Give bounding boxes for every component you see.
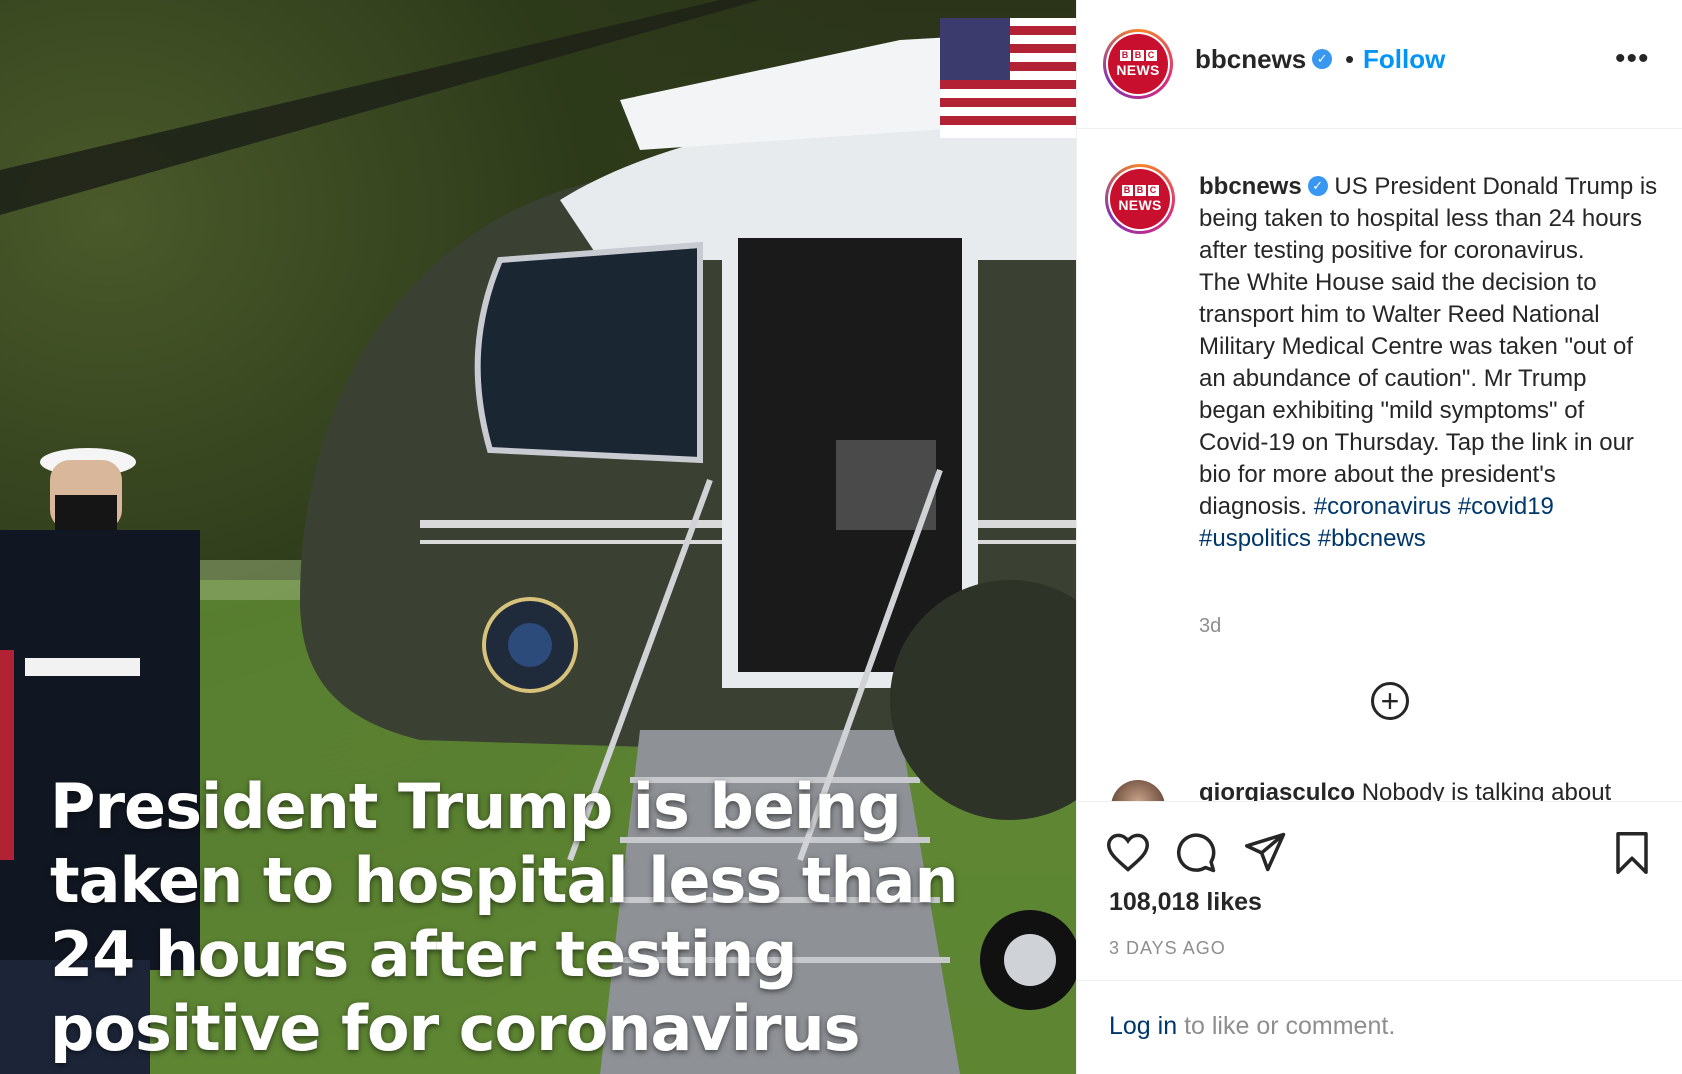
follow-button[interactable]: Follow	[1363, 44, 1445, 75]
username-link[interactable]: bbcnews	[1195, 44, 1306, 74]
logo-letter: C	[1145, 50, 1157, 61]
bookmark-icon[interactable]	[1613, 832, 1651, 874]
login-prompt: Log in to like or comment.	[1109, 1012, 1395, 1041]
caption-timestamp[interactable]: 3d	[1199, 615, 1221, 638]
comment-text: Nobody is talking about	[1361, 779, 1612, 801]
comments-area[interactable]: B B C NEWS bbcnews ✓ US President Donald …	[1077, 129, 1682, 801]
flag-graphic	[940, 18, 1076, 138]
logo-letter: B	[1132, 50, 1144, 61]
action-bar: 108,018 likes 3 DAYS AGO	[1077, 801, 1682, 981]
likes-count[interactable]: 108,018 likes	[1109, 888, 1262, 917]
comment-item: giorgiasculco Nobody is talking about	[1199, 779, 1611, 801]
header-username[interactable]: bbcnews ✓	[1195, 44, 1333, 75]
logo-news: NEWS	[1116, 62, 1160, 78]
logo-letter: C	[1147, 185, 1159, 196]
bbc-news-logo: B B C NEWS	[1110, 169, 1170, 229]
hashtag-link[interactable]: #coronavirus	[1314, 493, 1451, 520]
commenter-avatar[interactable]	[1111, 780, 1165, 801]
heart-icon[interactable]	[1107, 832, 1149, 872]
bbc-news-logo: B B C NEWS	[1108, 34, 1168, 94]
caption-body-2: The White House said the decision to tra…	[1199, 269, 1634, 520]
load-more-comments-icon[interactable]: +	[1371, 682, 1409, 720]
logo-news: NEWS	[1118, 197, 1162, 213]
more-options-icon[interactable]: •••	[1615, 44, 1650, 74]
login-link[interactable]: Log in	[1109, 1012, 1177, 1040]
avatar[interactable]: B B C NEWS	[1103, 29, 1173, 99]
hashtag-link[interactable]: #uspolitics	[1199, 525, 1311, 552]
verified-badge-icon: ✓	[1312, 49, 1333, 70]
logo-letter: B	[1119, 50, 1131, 61]
share-icon[interactable]	[1245, 832, 1287, 872]
avatar[interactable]: B B C NEWS	[1105, 164, 1175, 234]
hashtag-link[interactable]: #covid19	[1458, 493, 1554, 520]
post-header: B B C NEWS bbcnews ✓ • Follow •••	[1077, 0, 1682, 129]
caption-text: bbcnews ✓ US President Donald Trump is be…	[1199, 171, 1659, 555]
logo-letter: B	[1134, 185, 1146, 196]
verified-badge-icon: ✓	[1307, 175, 1328, 196]
logo-letter: B	[1121, 185, 1133, 196]
login-prompt-text: to like or comment.	[1184, 1012, 1396, 1040]
comment-icon[interactable]	[1175, 832, 1217, 874]
headline-overlay: President Trump is being taken to hospit…	[50, 770, 959, 1065]
caption-username[interactable]: bbcnews	[1199, 173, 1302, 200]
comment-username[interactable]: giorgiasculco	[1199, 779, 1355, 801]
post-panel: B B C NEWS bbcnews ✓ • Follow ••• B B C …	[1076, 0, 1682, 1074]
separator-dot: •	[1345, 44, 1355, 74]
post-image[interactable]: President Trump is being taken to hospit…	[0, 0, 1076, 1074]
hashtag-link[interactable]: #bbcnews	[1318, 525, 1426, 552]
post-date[interactable]: 3 DAYS AGO	[1109, 938, 1226, 959]
